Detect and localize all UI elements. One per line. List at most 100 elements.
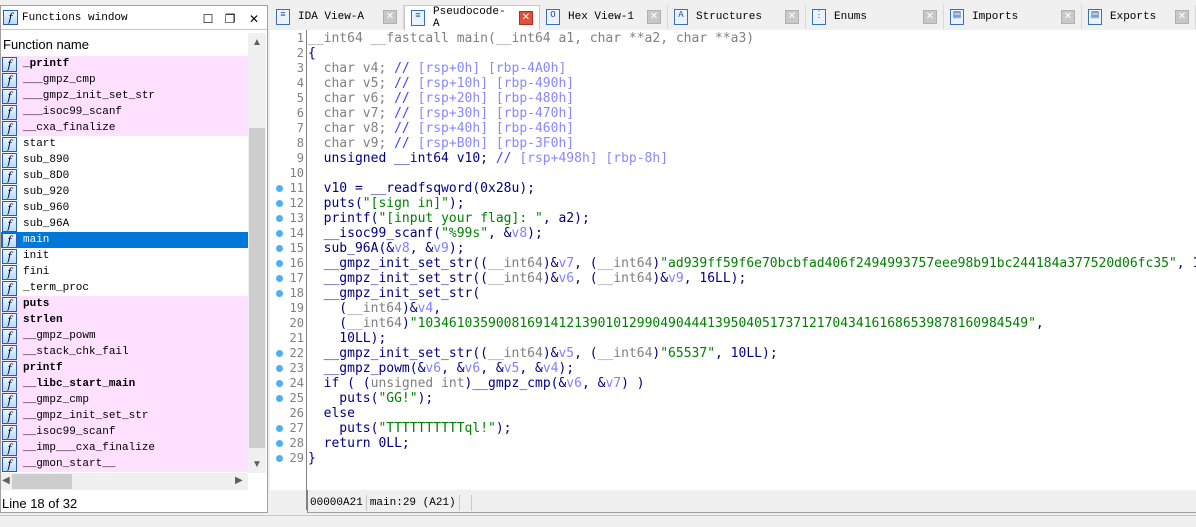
code-line[interactable]: 1 __int64 __fastcall main(__int64 a1, cha… — [270, 31, 1196, 46]
tab-close-icon[interactable]: ✕ — [519, 11, 533, 25]
function-list-item[interactable]: f __stack_chk_fail — [1, 344, 248, 360]
function-list-item[interactable]: f ___isoc99_scanf — [1, 104, 248, 120]
code-line[interactable]: 7 char v8; // [rsp+40h] [rbp-460h] — [270, 121, 1196, 136]
tab-ida-view-a[interactable]: ≡ IDA View-A ✕ — [270, 5, 404, 29]
function-list-item[interactable]: f __isoc99_scanf — [1, 424, 248, 440]
scrollbar-thumb[interactable] — [12, 474, 72, 489]
breakpoint-dot-icon[interactable] — [276, 260, 283, 267]
column-header-function-name[interactable]: Function name — [1, 34, 248, 56]
tab-exports[interactable]: ▤ Exports ✕ — [1082, 5, 1196, 29]
tab-close-icon[interactable]: ✕ — [1061, 10, 1075, 24]
code-line[interactable]: 24 if ( (unsigned int)__gmpz_cmp(&v6, &v… — [270, 376, 1196, 391]
function-list-item[interactable]: f sub_920 — [1, 184, 248, 200]
function-list-item[interactable]: f __gmpz_init_set_str — [1, 408, 248, 424]
breakpoint-dot-icon[interactable] — [276, 425, 283, 432]
code-line[interactable]: 18 __gmpz_init_set_str( — [270, 286, 1196, 301]
tab-close-icon[interactable]: ✕ — [923, 10, 937, 24]
horizontal-scrollbar[interactable]: ◀ ▶ — [1, 473, 248, 490]
function-list-item[interactable]: f __gmpz_powm — [1, 328, 248, 344]
code-line[interactable]: 14 __isoc99_scanf("%99s", &v8); — [270, 226, 1196, 241]
maximize-icon[interactable]: ☐ — [201, 12, 215, 27]
code-line[interactable]: 4 char v5; // [rsp+10h] [rbp-490h] — [270, 76, 1196, 91]
breakpoint-dot-icon[interactable] — [276, 380, 283, 387]
breakpoint-dot-icon[interactable] — [276, 350, 283, 357]
scrollbar-thumb[interactable] — [249, 128, 265, 448]
code-line[interactable]: 21 10LL); — [270, 331, 1196, 346]
code-line[interactable]: 6 char v7; // [rsp+30h] [rbp-470h] — [270, 106, 1196, 121]
scroll-down-icon[interactable]: ▼ — [252, 459, 262, 470]
code-line[interactable]: 9 unsigned __int64 v10; // [rsp+498h] [r… — [270, 151, 1196, 166]
function-list-item[interactable]: f sub_96A — [1, 216, 248, 232]
code-line[interactable]: 25 puts("GG!"); — [270, 391, 1196, 406]
tab-structures[interactable]: A Structures ✕ — [668, 5, 806, 29]
breakpoint-dot-icon[interactable] — [276, 245, 283, 252]
restore-icon[interactable]: ❐ — [223, 12, 237, 27]
code-line[interactable]: 11 v10 = __readfsqword(0x28u); — [270, 181, 1196, 196]
code-line[interactable]: 19 (__int64)&v4, — [270, 301, 1196, 316]
function-list-item[interactable]: f _term_proc — [1, 280, 248, 296]
code-line[interactable]: 16 __gmpz_init_set_str((__int64)&v7, (__… — [270, 256, 1196, 271]
breakpoint-dot-icon[interactable] — [276, 440, 283, 447]
scroll-right-icon[interactable]: ▶ — [235, 475, 243, 486]
function-list-item[interactable]: f __gmpz_cmp — [1, 392, 248, 408]
tab-pseudocode-a[interactable]: ≡ Pseudocode-A ✕ — [404, 5, 540, 30]
function-list-item[interactable]: f __libc_start_main — [1, 376, 248, 392]
function-list-item[interactable]: f __gmon_start__ — [1, 456, 248, 472]
breakpoint-dot-icon[interactable] — [276, 395, 283, 402]
breakpoint-dot-icon[interactable] — [276, 275, 283, 282]
breakpoint-dot-icon[interactable] — [276, 200, 283, 207]
code-line[interactable]: 10 — [270, 166, 1196, 181]
function-list-item[interactable]: f __cxa_finalize — [1, 120, 248, 136]
function-list-item[interactable]: f _printf — [1, 56, 248, 72]
code-line[interactable]: 13 printf("[input your flag]: ", a2); — [270, 211, 1196, 226]
breakpoint-dot-icon[interactable] — [276, 365, 283, 372]
code-line[interactable]: 12 puts("[sign in]"); — [270, 196, 1196, 211]
function-list-item[interactable]: f sub_890 — [1, 152, 248, 168]
scroll-left-icon[interactable]: ◀ — [2, 475, 10, 486]
tab-label: IDA View-A — [298, 11, 365, 23]
code-line[interactable]: 22 __gmpz_init_set_str((__int64)&v5, (__… — [270, 346, 1196, 361]
code-line[interactable]: 20 (__int64)"103461035900816914121390101… — [270, 316, 1196, 331]
code-line[interactable]: 28 return 0LL; — [270, 436, 1196, 451]
breakpoint-dot-icon[interactable] — [276, 185, 283, 192]
function-list-item[interactable]: f puts — [1, 296, 248, 312]
code-line[interactable]: 26 else — [270, 406, 1196, 421]
tab-close-icon[interactable]: ✕ — [383, 10, 397, 24]
code-line[interactable]: 2{ — [270, 46, 1196, 61]
function-list-item[interactable]: f fini — [1, 264, 248, 280]
tab-close-icon[interactable]: ✕ — [785, 10, 799, 24]
code-line[interactable]: 5 char v6; // [rsp+20h] [rbp-480h] — [270, 91, 1196, 106]
function-list-item[interactable]: f __imp___cxa_finalize — [1, 440, 248, 456]
function-list-item[interactable]: f init — [1, 248, 248, 264]
line-number: 28 — [289, 436, 304, 450]
close-icon[interactable]: ✕ — [247, 12, 261, 27]
tab-enums[interactable]: ⋮ Enums ✕ — [806, 5, 944, 29]
vertical-scrollbar[interactable]: ▲ ▼ — [248, 33, 266, 473]
tab-hex-view-1[interactable]: O Hex View-1 ✕ — [540, 5, 668, 29]
code-line[interactable]: 29} — [270, 451, 1196, 466]
function-list-item[interactable]: f strlen — [1, 312, 248, 328]
function-list-item[interactable]: f main — [1, 232, 248, 248]
function-list-item[interactable]: f ___gmpz_init_set_str — [1, 88, 248, 104]
pseudocode-view[interactable]: 1 __int64 __fastcall main(__int64 a1, cha… — [270, 30, 1196, 510]
function-list-item[interactable]: f start — [1, 136, 248, 152]
code-line[interactable]: 15 sub_96A(&v8, &v9); — [270, 241, 1196, 256]
tab-close-icon[interactable]: ✕ — [647, 10, 661, 24]
code-line[interactable]: 8 char v9; // [rsp+B0h] [rbp-3F0h] — [270, 136, 1196, 151]
code-line[interactable]: 17 __gmpz_init_set_str((__int64)&v6, (__… — [270, 271, 1196, 286]
code-line[interactable]: 27 puts("TTTTTTTTTTql!"); — [270, 421, 1196, 436]
scroll-up-icon[interactable]: ▲ — [252, 37, 262, 48]
function-list-item[interactable]: f ___gmpz_cmp — [1, 72, 248, 88]
breakpoint-dot-icon[interactable] — [276, 230, 283, 237]
code-text: 10LL); — [308, 331, 386, 346]
function-list-item[interactable]: f printf — [1, 360, 248, 376]
function-list-item[interactable]: f sub_8D0 — [1, 168, 248, 184]
tab-close-icon[interactable]: ✕ — [1175, 10, 1189, 24]
breakpoint-dot-icon[interactable] — [276, 215, 283, 222]
code-line[interactable]: 3 char v4; // [rsp+0h] [rbp-4A0h] — [270, 61, 1196, 76]
breakpoint-dot-icon[interactable] — [276, 455, 283, 462]
tab-imports[interactable]: ▤ Imports ✕ — [944, 5, 1082, 29]
function-list-item[interactable]: f sub_960 — [1, 200, 248, 216]
breakpoint-dot-icon[interactable] — [276, 290, 283, 297]
code-line[interactable]: 23 __gmpz_powm(&v6, &v6, &v5, &v4); — [270, 361, 1196, 376]
